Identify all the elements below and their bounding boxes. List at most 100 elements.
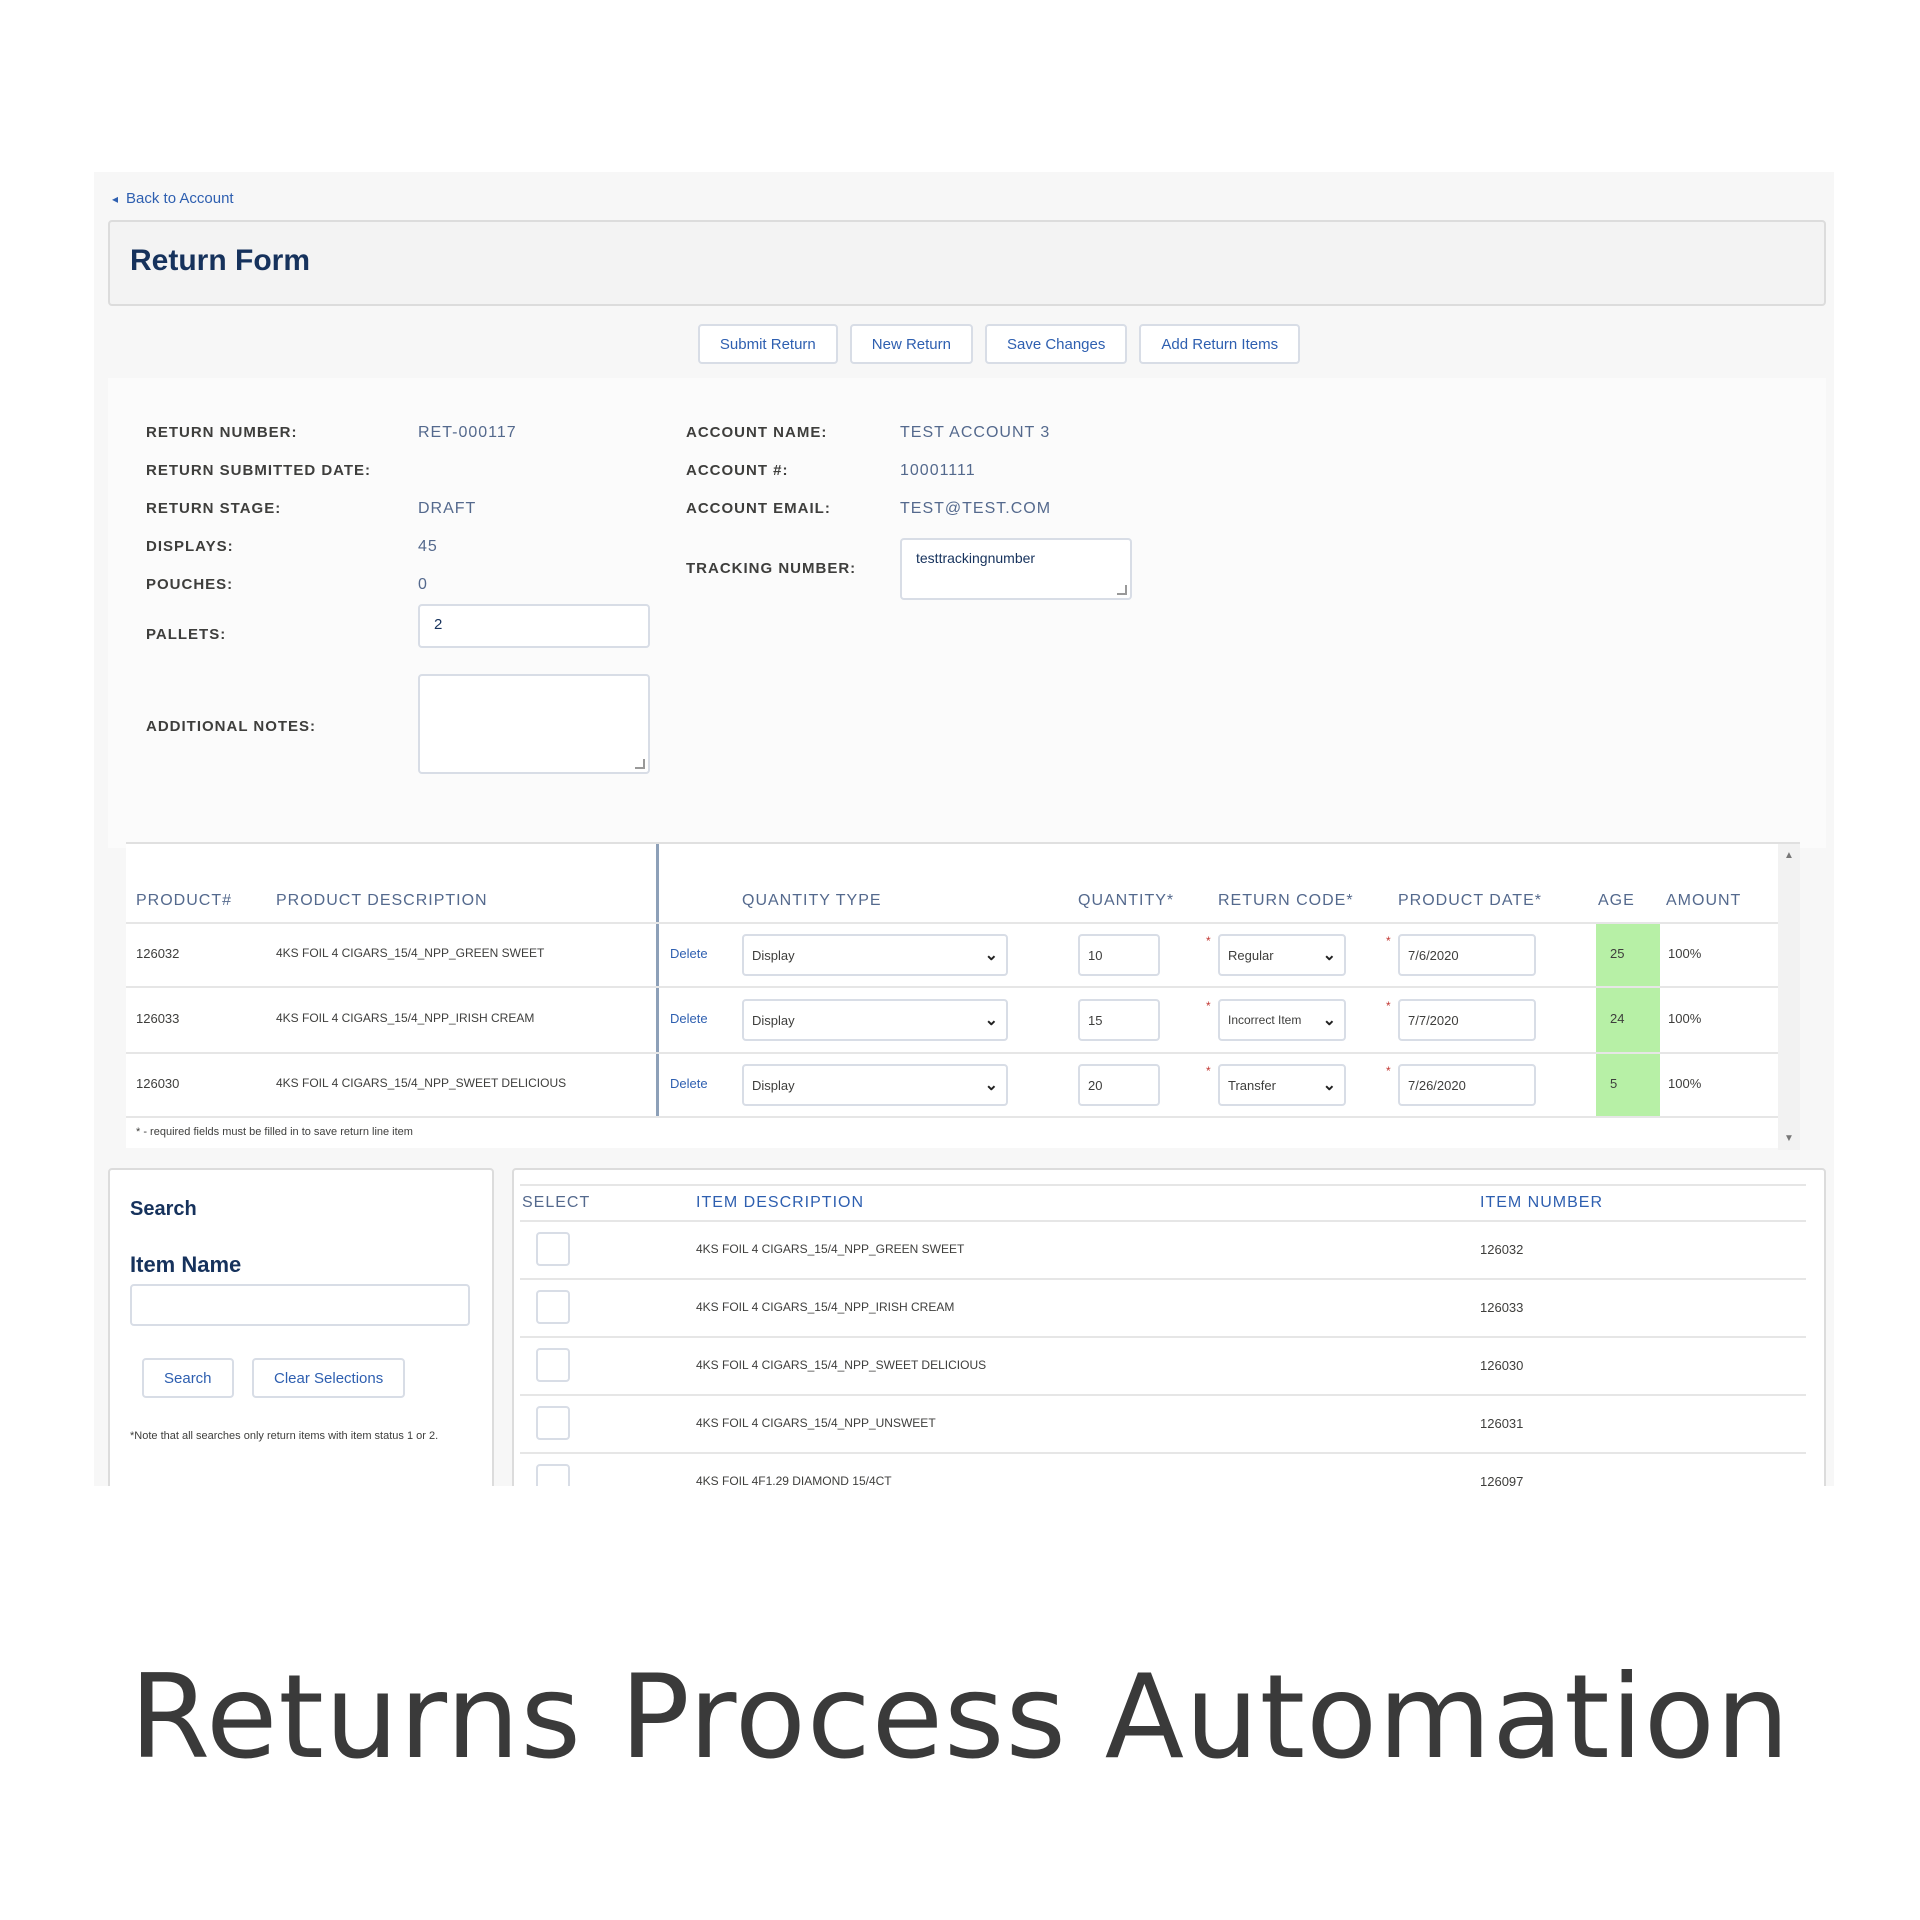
item-number-cell: 126097 xyxy=(1480,1474,1524,1486)
item-name-label: Item Name xyxy=(130,1252,242,1277)
scroll-up-icon[interactable]: ▲ xyxy=(1784,850,1794,861)
chevron-down-icon: ⌄ xyxy=(984,1077,998,1094)
quantity-input[interactable]: 20 xyxy=(1078,1064,1160,1106)
item-number-cell: 126032 xyxy=(1480,1242,1524,1257)
back-to-account-link[interactable]: ◂ Back to Account xyxy=(112,190,234,207)
quantity-value: 15 xyxy=(1088,1013,1103,1028)
account-email-label: ACCOUNT EMAIL: xyxy=(686,500,831,517)
additional-notes-label: ADDITIONAL NOTES: xyxy=(146,718,317,735)
select-checkbox[interactable] xyxy=(536,1406,570,1440)
item-number-cell: 126033 xyxy=(1480,1300,1524,1315)
save-changes-button[interactable]: Save Changes xyxy=(984,324,1128,364)
required-asterisk: * xyxy=(1386,999,1391,1013)
item-description-cell: 4KS FOIL 4F1.29 DIAMOND 15/4CT xyxy=(696,1474,892,1486)
required-asterisk: * xyxy=(1386,934,1391,948)
chevron-down-icon: ⌄ xyxy=(984,1012,998,1029)
required-asterisk: * xyxy=(1206,934,1211,948)
row-divider xyxy=(520,1452,1806,1454)
select-value: Display xyxy=(752,1078,795,1093)
return-code-select[interactable]: Regular ⌄ xyxy=(1218,934,1346,976)
pallets-input[interactable]: 2 xyxy=(418,604,650,648)
search-button[interactable]: Search xyxy=(142,1358,234,1398)
select-value: Display xyxy=(752,1013,795,1028)
product-date-input[interactable]: 7/6/2020 xyxy=(1398,934,1536,976)
account-name-label: ACCOUNT NAME: xyxy=(686,424,828,441)
product-number-cell: 126030 xyxy=(136,1076,180,1091)
return-number-label: RETURN NUMBER: xyxy=(146,424,298,441)
product-description-cell: 4KS FOIL 4 CIGARS_15/4_NPP_IRISH CREAM xyxy=(276,1011,535,1025)
age-cell: 5 xyxy=(1610,1076,1618,1091)
return-code-select[interactable]: Transfer ⌄ xyxy=(1218,1064,1346,1106)
column-header-product: PRODUCT# xyxy=(136,892,233,909)
column-header-item-number[interactable]: ITEM NUMBER xyxy=(1480,1194,1603,1212)
column-header-amount: AMOUNT xyxy=(1666,892,1742,909)
new-return-button[interactable]: New Return xyxy=(849,324,973,364)
product-date-input[interactable]: 7/7/2020 xyxy=(1398,999,1536,1041)
row-divider xyxy=(126,1116,1778,1118)
return-code-select[interactable]: Incorrect Item ⌄ xyxy=(1218,999,1346,1041)
resize-handle-icon[interactable] xyxy=(1117,585,1127,595)
chevron-down-icon: ⌄ xyxy=(1322,1077,1336,1094)
age-cell: 25 xyxy=(1610,946,1625,961)
row-divider xyxy=(126,986,1778,988)
quantity-input[interactable]: 15 xyxy=(1078,999,1160,1041)
scroll-down-icon[interactable]: ▼ xyxy=(1784,1133,1794,1144)
column-header-item-description[interactable]: ITEM DESCRIPTION xyxy=(696,1194,864,1212)
pallets-label: PALLETS: xyxy=(146,626,227,643)
tracking-number-textarea[interactable]: testtrackingnumber xyxy=(900,538,1132,600)
tracking-number-text: testtrackingnumber xyxy=(916,550,1036,566)
delete-link[interactable]: Delete xyxy=(670,1011,708,1026)
quantity-type-select[interactable]: Display ⌄ xyxy=(742,1064,1008,1106)
submit-return-button[interactable]: Submit Return xyxy=(697,324,838,364)
table-scrollbar[interactable]: ▲ ▼ xyxy=(1778,844,1800,1150)
quantity-input[interactable]: 10 xyxy=(1078,934,1160,976)
select-checkbox[interactable] xyxy=(536,1348,570,1382)
search-title: Search xyxy=(130,1198,197,1220)
select-checkbox[interactable] xyxy=(536,1232,570,1266)
select-value: Display xyxy=(752,948,795,963)
additional-notes-textarea[interactable] xyxy=(418,674,650,774)
product-number-cell: 126033 xyxy=(136,1011,180,1026)
amount-cell: 100% xyxy=(1668,1011,1702,1026)
select-value: Regular xyxy=(1228,948,1274,963)
resize-handle-icon[interactable] xyxy=(635,759,645,769)
add-return-items-button[interactable]: Add Return Items xyxy=(1139,324,1301,364)
column-header-product-date: PRODUCT DATE* xyxy=(1398,892,1542,909)
account-email-value: TEST@TEST.COM xyxy=(900,500,1052,517)
search-note: *Note that all searches only return item… xyxy=(130,1430,439,1442)
row-divider xyxy=(126,1052,1778,1054)
date-value: 7/7/2020 xyxy=(1408,1013,1459,1028)
row-divider xyxy=(520,1220,1806,1222)
age-cell: 24 xyxy=(1610,1011,1625,1026)
quantity-type-select[interactable]: Display ⌄ xyxy=(742,934,1008,976)
required-asterisk: * xyxy=(1206,1064,1211,1078)
age-column-highlight xyxy=(1596,922,1660,1118)
row-divider xyxy=(520,1184,1806,1186)
select-checkbox[interactable] xyxy=(536,1464,570,1486)
return-stage-value: DRAFT xyxy=(418,500,477,517)
date-value: 7/6/2020 xyxy=(1408,948,1459,963)
screenshot-frame: ◂ Back to Account Return Form Submit Ret… xyxy=(94,172,1834,1486)
select-value: Transfer xyxy=(1228,1078,1276,1093)
item-description-cell: 4KS FOIL 4 CIGARS_15/4_NPP_SWEET DELICIO… xyxy=(696,1358,987,1372)
chevron-down-icon: ⌄ xyxy=(1322,1012,1336,1029)
clear-selections-button[interactable]: Clear Selections xyxy=(252,1358,406,1398)
delete-link[interactable]: Delete xyxy=(670,946,708,961)
quantity-type-select[interactable]: Display ⌄ xyxy=(742,999,1008,1041)
pouches-value: 0 xyxy=(418,576,428,593)
chevron-left-icon: ◂ xyxy=(112,191,119,206)
return-number-value: RET-000117 xyxy=(418,424,517,441)
pouches-label: POUCHES: xyxy=(146,576,234,593)
product-description-cell: 4KS FOIL 4 CIGARS_15/4_NPP_GREEN SWEET xyxy=(276,946,545,960)
select-value: Incorrect Item xyxy=(1228,1013,1302,1027)
chevron-down-icon: ⌄ xyxy=(984,947,998,964)
chevron-down-icon: ⌄ xyxy=(1322,947,1336,964)
select-checkbox[interactable] xyxy=(536,1290,570,1324)
product-number-cell: 126032 xyxy=(136,946,180,961)
delete-link[interactable]: Delete xyxy=(670,1076,708,1091)
product-date-input[interactable]: 7/26/2020 xyxy=(1398,1064,1536,1106)
column-header-select: SELECT xyxy=(522,1194,591,1211)
required-asterisk: * xyxy=(1386,1064,1391,1078)
item-name-input[interactable] xyxy=(130,1284,470,1326)
item-description-cell: 4KS FOIL 4 CIGARS_15/4_NPP_IRISH CREAM xyxy=(696,1300,955,1314)
